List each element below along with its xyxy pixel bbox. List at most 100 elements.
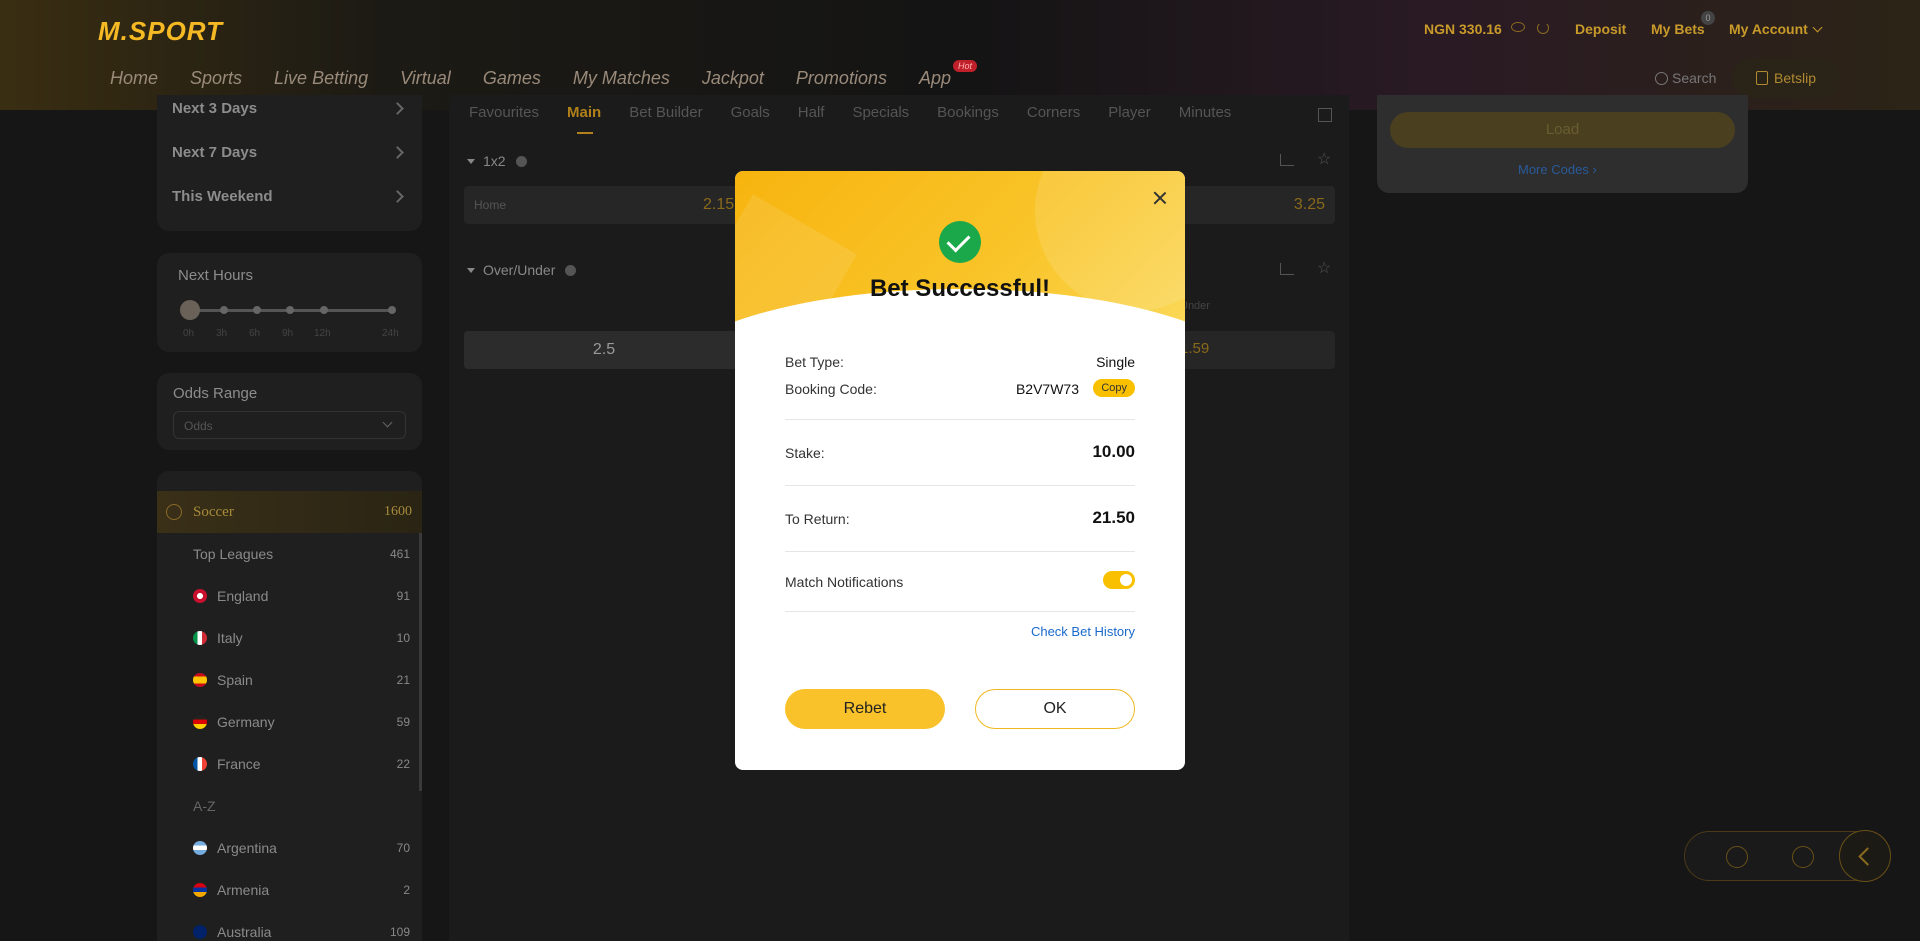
rebet-button[interactable]: Rebet — [785, 689, 945, 729]
nav-jackpot[interactable]: Jackpot — [702, 68, 764, 89]
france-flag-icon — [193, 757, 207, 771]
divider — [785, 611, 1135, 612]
tab-corners[interactable]: Corners — [1027, 104, 1080, 121]
away-odds[interactable]: 3.25 — [1294, 196, 1325, 214]
spain-flag-icon — [193, 673, 207, 687]
betslip-button[interactable]: Betslip — [1732, 58, 1840, 98]
more-codes-link[interactable]: More Codes › — [1518, 162, 1597, 177]
info-icon[interactable] — [565, 265, 577, 276]
country-count: 70 — [396, 841, 410, 855]
return-row: To Return: 21.50 — [785, 508, 1135, 527]
italy-flag-icon — [193, 631, 207, 645]
expand-icon[interactable] — [1318, 108, 1332, 122]
stats-icon[interactable] — [1280, 263, 1294, 275]
ok-button[interactable]: OK — [975, 689, 1135, 729]
search-icon — [1655, 72, 1668, 85]
sport-soccer[interactable]: Soccer 1600 — [157, 491, 422, 533]
star-icon[interactable]: ☆ — [1317, 258, 1331, 278]
country-australia[interactable]: Australia 109 — [157, 911, 412, 941]
league-top-leagues[interactable]: Top Leagues 461 — [157, 533, 412, 575]
stake-label: Stake: — [785, 445, 825, 461]
nav-promotions[interactable]: Promotions — [796, 68, 887, 89]
tab-main[interactable]: Main — [567, 104, 601, 134]
league-germany[interactable]: Germany 59 — [157, 701, 412, 743]
star-icon[interactable]: ☆ — [1317, 149, 1331, 169]
league-count: 461 — [389, 547, 410, 561]
info-icon[interactable] — [515, 156, 527, 167]
tab-player[interactable]: Player — [1108, 104, 1151, 121]
market-title: Over/Under — [483, 262, 556, 278]
return-label: To Return: — [785, 511, 850, 527]
country-name: Armenia — [217, 882, 270, 898]
soccer-ball-icon — [166, 504, 182, 520]
tab-specials[interactable]: Specials — [852, 104, 909, 121]
nav-my-matches[interactable]: My Matches — [573, 68, 670, 89]
nav-live-betting[interactable]: Live Betting — [274, 68, 368, 89]
caret-down-icon — [467, 268, 475, 273]
chevron-right-icon: › — [1592, 162, 1597, 177]
copy-button[interactable]: Copy — [1093, 379, 1135, 397]
sidebar-scrollbar[interactable] — [419, 533, 422, 791]
tab-half[interactable]: Half — [798, 104, 825, 121]
period-next-3-days[interactable]: Next 3 Days — [172, 100, 257, 117]
league-spain[interactable]: Spain 21 — [157, 659, 412, 701]
load-button[interactable]: Load — [1390, 112, 1735, 148]
league-france[interactable]: France 22 — [157, 743, 412, 785]
slider-dot[interactable] — [286, 306, 294, 314]
close-icon[interactable] — [1153, 191, 1167, 205]
slider-dot[interactable] — [388, 306, 396, 314]
hours-slider-track[interactable] — [190, 306, 396, 314]
hours-slider-knob[interactable] — [180, 300, 200, 320]
logo[interactable]: M.SPORT — [98, 16, 223, 47]
market-ou-header[interactable]: Over/Under — [467, 262, 577, 278]
stats-icon[interactable] — [1280, 154, 1294, 166]
tab-minutes[interactable]: Minutes — [1179, 104, 1232, 121]
country-armenia[interactable]: Armenia 2 — [157, 869, 412, 911]
tab-favourites[interactable]: Favourites — [469, 104, 539, 121]
refresh-icon[interactable] — [1537, 22, 1549, 34]
league-name: Spain — [217, 672, 253, 688]
nav-games[interactable]: Games — [483, 68, 541, 89]
market-1x2-header[interactable]: 1x2 — [467, 153, 527, 169]
tick-label: 24h — [382, 328, 399, 339]
country-argentina[interactable]: Argentina 70 — [157, 827, 412, 869]
search-button[interactable]: Search — [1655, 70, 1716, 86]
main-nav: Home Sports Live Betting Virtual Games M… — [110, 60, 983, 89]
country-name: Australia — [217, 924, 272, 940]
slider-dot[interactable] — [253, 306, 261, 314]
germany-flag-icon — [193, 715, 207, 729]
odds-range-select[interactable]: Odds — [173, 411, 406, 439]
next-hours-title: Next Hours — [178, 267, 254, 284]
england-flag-icon — [193, 589, 207, 603]
slider-dot[interactable] — [220, 306, 228, 314]
tick-label: 6h — [249, 328, 261, 339]
nav-sports[interactable]: Sports — [190, 68, 242, 89]
eye-icon[interactable] — [1511, 22, 1525, 32]
tick-label: 3h — [216, 328, 228, 339]
tick-label: 9h — [282, 328, 294, 339]
notifications-toggle[interactable] — [1103, 571, 1135, 589]
booking-code-row: Booking Code: B2V7W73 Copy — [785, 379, 1135, 397]
nav-home[interactable]: Home — [110, 68, 158, 89]
market-title: 1x2 — [483, 153, 506, 169]
hot-badge: Hot — [952, 60, 977, 72]
my-account-link[interactable]: My Account — [1729, 21, 1808, 37]
tab-bet-builder[interactable]: Bet Builder — [629, 104, 702, 121]
check-bet-history-link[interactable]: Check Bet History — [1031, 624, 1135, 639]
chart-icon[interactable] — [1726, 846, 1748, 868]
tab-bookings[interactable]: Bookings — [937, 104, 999, 121]
period-this-weekend[interactable]: This Weekend — [172, 188, 273, 205]
nav-app[interactable]: App Hot — [919, 60, 977, 89]
support-agent-icon[interactable] — [1792, 846, 1814, 868]
nav-virtual[interactable]: Virtual — [400, 68, 451, 89]
my-bets-link[interactable]: My Bets — [1651, 21, 1705, 37]
league-england[interactable]: England 91 — [157, 575, 412, 617]
home-odds[interactable]: 2.15 — [703, 196, 734, 214]
sport-name: Soccer — [193, 504, 234, 520]
league-italy[interactable]: Italy 10 — [157, 617, 412, 659]
deposit-link[interactable]: Deposit — [1575, 21, 1626, 37]
collapse-button[interactable] — [1839, 830, 1891, 882]
tab-goals[interactable]: Goals — [731, 104, 770, 121]
period-next-7-days[interactable]: Next 7 Days — [172, 144, 257, 161]
slider-dot[interactable] — [320, 306, 328, 314]
